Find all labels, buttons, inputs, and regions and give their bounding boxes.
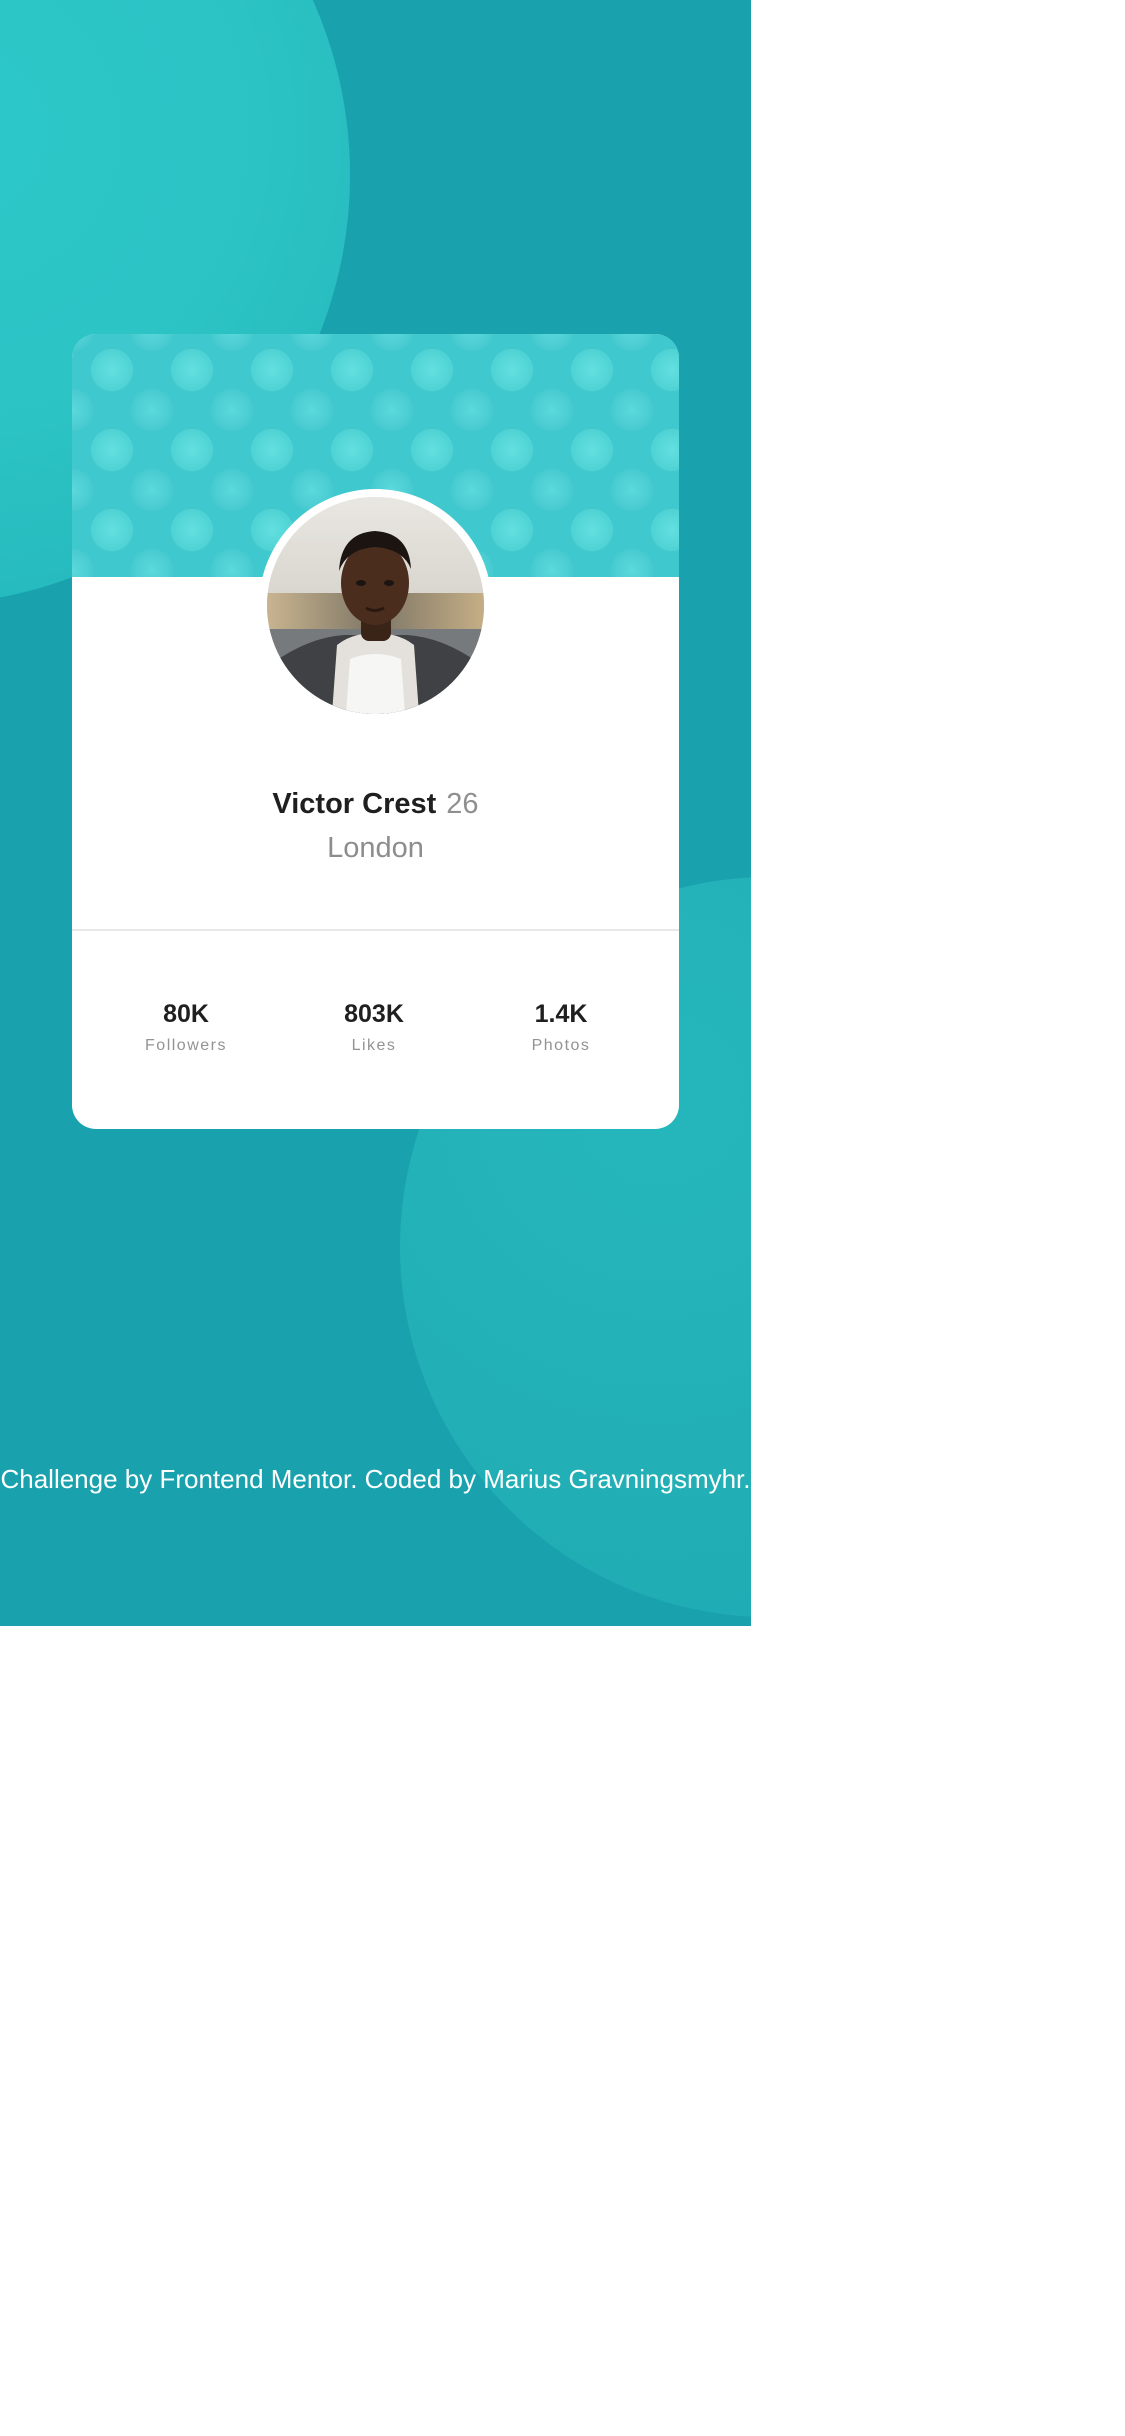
stat-value: 803K [344, 1000, 404, 1028]
stat-label: Followers [145, 1037, 227, 1054]
profile-card: Victor Crest 26 London 80K Followers 803K… [72, 334, 679, 1129]
stat-followers: 80K Followers [101, 999, 271, 1056]
avatar-photo-icon [267, 497, 484, 714]
stat-label: Photos [531, 1037, 591, 1054]
stat-value: 1.4K [534, 1000, 588, 1028]
profile-name: Victor Crest [272, 788, 437, 820]
profile-location: London [327, 832, 424, 864]
attribution-text: Challenge by Frontend Mentor. Coded by M… [0, 1464, 751, 1494]
stat-label: Likes [351, 1037, 397, 1054]
stat-likes: 803K Likes [289, 999, 459, 1056]
stat-value: 80K [163, 1000, 209, 1028]
name-line: Victor Crest 26 [72, 786, 679, 822]
page-background: Victor Crest 26 London 80K Followers 803K… [0, 0, 751, 1626]
divider [72, 929, 679, 931]
avatar [267, 497, 484, 714]
stat-photos: 1.4K Photos [476, 999, 646, 1056]
avatar-ring [259, 489, 492, 722]
profile-age: 26 [446, 788, 479, 820]
